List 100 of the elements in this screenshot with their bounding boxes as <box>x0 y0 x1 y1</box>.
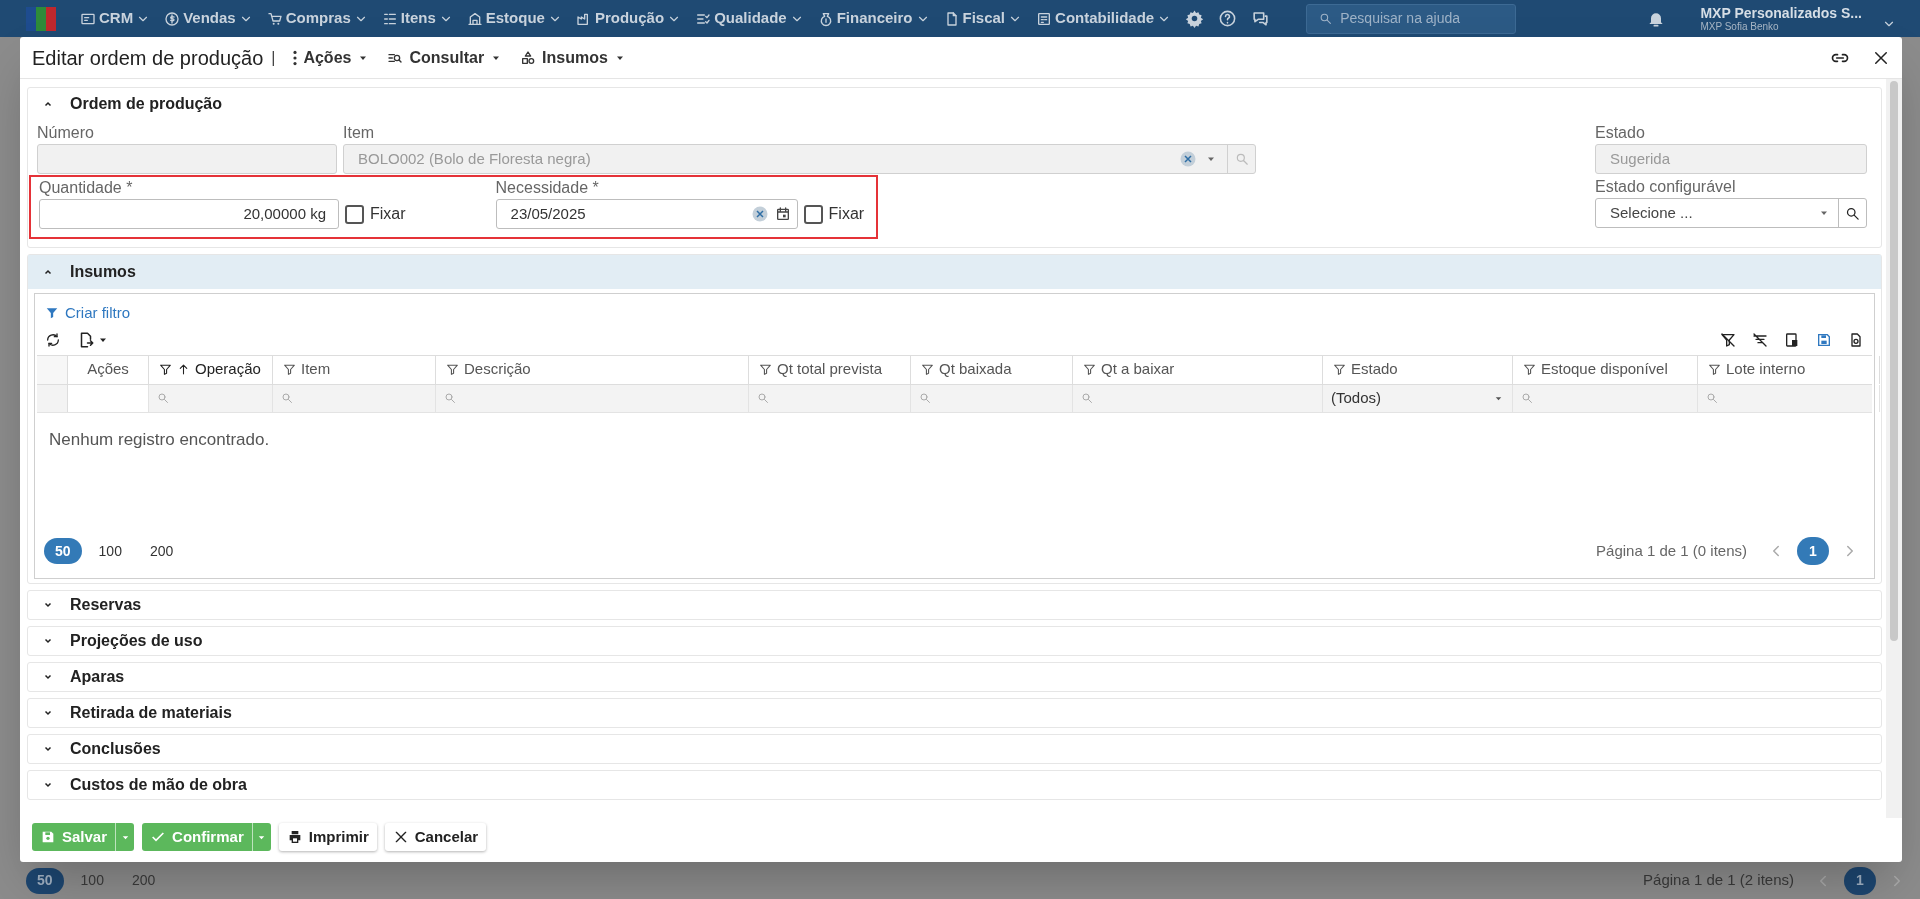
checkbox-label[interactable]: Fixar <box>370 202 406 226</box>
columns-icon[interactable] <box>1784 331 1800 348</box>
help-icon[interactable] <box>1218 9 1238 28</box>
filter-icon <box>1333 363 1346 376</box>
filter-off-icon[interactable] <box>1720 331 1736 348</box>
search-icon[interactable] <box>1845 205 1860 221</box>
filter-icon <box>446 363 459 376</box>
field-label: Necessidade * <box>495 179 599 197</box>
section-title[interactable]: Ordem de produção <box>70 92 223 116</box>
dialog-title: Editar ordem de produção <box>32 45 264 71</box>
action-button[interactable]: Cancelar <box>384 823 487 851</box>
menu-item[interactable]: Financeiro <box>817 7 930 30</box>
column-header[interactable]: Qt a baixar <box>1073 355 1323 384</box>
page-size-button[interactable]: 200 <box>138 538 185 564</box>
search-icon <box>1319 12 1333 25</box>
company-name: MXP Personalizados S... <box>1700 5 1862 20</box>
toolbar-menu[interactable]: Ações <box>293 45 370 70</box>
input-field: Sugerida <box>1595 144 1867 174</box>
section-title[interactable]: Retirada de materiais <box>70 701 232 725</box>
menu-item[interactable]: Qualidade <box>695 7 804 30</box>
file-settings-icon[interactable] <box>1848 331 1864 348</box>
filter-select[interactable]: (Todos) <box>1323 384 1513 412</box>
empty-message: Nenhum registro encontrado. <box>49 428 271 451</box>
search-icon <box>1081 392 1093 404</box>
search-icon <box>1521 392 1533 404</box>
input-field[interactable]: 20,00000 kg <box>39 199 339 229</box>
select-field[interactable]: Selecione ... <box>1595 198 1867 228</box>
menu-item[interactable]: Itens <box>381 7 453 30</box>
search-icon <box>1706 392 1718 404</box>
column-header[interactable]: Estado <box>1323 355 1513 384</box>
column-header[interactable]: Qt total prevista <box>749 355 911 384</box>
filter-icon <box>759 363 772 376</box>
filter-clear-icon[interactable] <box>1752 331 1768 348</box>
filter-icon <box>283 363 296 376</box>
settings-icon[interactable] <box>1185 9 1205 28</box>
filter-icon <box>921 363 934 376</box>
menu-item[interactable]: Fiscal <box>943 7 1023 30</box>
column-header[interactable]: Item <box>273 355 436 384</box>
page-button[interactable]: 1 <box>1797 537 1829 565</box>
checkbox[interactable] <box>345 204 364 224</box>
save-icon[interactable] <box>1816 331 1832 348</box>
column-header[interactable]: Operação <box>149 355 273 384</box>
toolbar-menu[interactable]: Consultar <box>387 45 503 70</box>
chat-icon[interactable] <box>1251 9 1271 28</box>
page-button[interactable]: 1 <box>1844 866 1876 895</box>
menu-item[interactable]: CRM <box>80 7 151 30</box>
section-title[interactable]: Conclusões <box>70 737 161 761</box>
calendar-icon[interactable] <box>774 206 791 222</box>
save-icon <box>40 829 56 845</box>
menu-item[interactable]: Compras <box>266 7 368 30</box>
filter-link[interactable]: Criar filtro <box>45 302 130 325</box>
field-label: Estado configurável <box>1595 178 1736 196</box>
column-header[interactable]: Ações <box>68 355 149 384</box>
search-icon <box>444 392 456 404</box>
sort-up-icon <box>177 363 190 376</box>
toolbar-menu[interactable]: Insumos <box>520 45 626 70</box>
search-icon <box>157 392 169 404</box>
filter-icon <box>45 306 59 321</box>
menu-icon <box>266 10 283 27</box>
dots-icon <box>293 49 298 66</box>
column-header[interactable]: Estoque disponível <box>1513 355 1698 384</box>
refresh-icon[interactable] <box>45 331 61 348</box>
field-label: Item <box>343 124 375 142</box>
filter-icon <box>1083 363 1096 376</box>
page-size-button[interactable]: 50 <box>26 867 64 894</box>
action-button[interactable]: Imprimir <box>278 823 377 851</box>
clear-icon[interactable] <box>750 205 769 223</box>
menu-item[interactable]: Vendas <box>164 7 253 30</box>
page-size-button[interactable]: 100 <box>87 538 133 564</box>
user-name: MXP Sofia Benko <box>1700 21 1780 32</box>
search-icon <box>919 392 931 404</box>
shapes-icon <box>520 49 537 66</box>
menu-item[interactable]: Produção <box>575 7 682 30</box>
section-title[interactable]: Aparas <box>70 665 125 689</box>
input-field[interactable]: 23/05/2025 <box>495 199 798 229</box>
checkbox-label[interactable]: Fixar <box>828 202 865 226</box>
section-title[interactable]: Reservas <box>70 593 142 617</box>
filter-icon <box>159 363 172 376</box>
menu-item[interactable]: Estoque <box>466 7 562 30</box>
field-label: Quantidade * <box>39 179 133 197</box>
page-summary: Página 1 de 1 (0 itens) <box>1596 540 1747 561</box>
section-title[interactable]: Insumos <box>70 260 136 284</box>
checkbox[interactable] <box>803 204 823 224</box>
title-separator: | <box>271 47 276 68</box>
column-header[interactable]: Qt baixada <box>911 355 1073 384</box>
scrollbar[interactable] <box>1886 79 1902 818</box>
input-field: BOLO002 (Bolo de Floresta negra) <box>343 144 1256 174</box>
column-header[interactable]: Descrição <box>436 355 749 384</box>
filter-icon <box>1523 363 1536 376</box>
filter-icon <box>1708 363 1721 376</box>
menu-item[interactable]: Contabilidade <box>1036 7 1172 30</box>
search-icon <box>757 392 769 404</box>
field-label: Número <box>37 124 94 142</box>
section-title[interactable]: Projeções de uso <box>70 629 203 653</box>
column-header[interactable]: Lote interno <box>1698 355 1880 384</box>
section-title[interactable]: Custos de mão de obra <box>70 773 247 797</box>
search-icon <box>281 392 293 404</box>
menu-icon <box>1036 10 1053 27</box>
field-label: Estado <box>1595 124 1645 142</box>
page-size-button[interactable]: 50 <box>44 538 82 564</box>
